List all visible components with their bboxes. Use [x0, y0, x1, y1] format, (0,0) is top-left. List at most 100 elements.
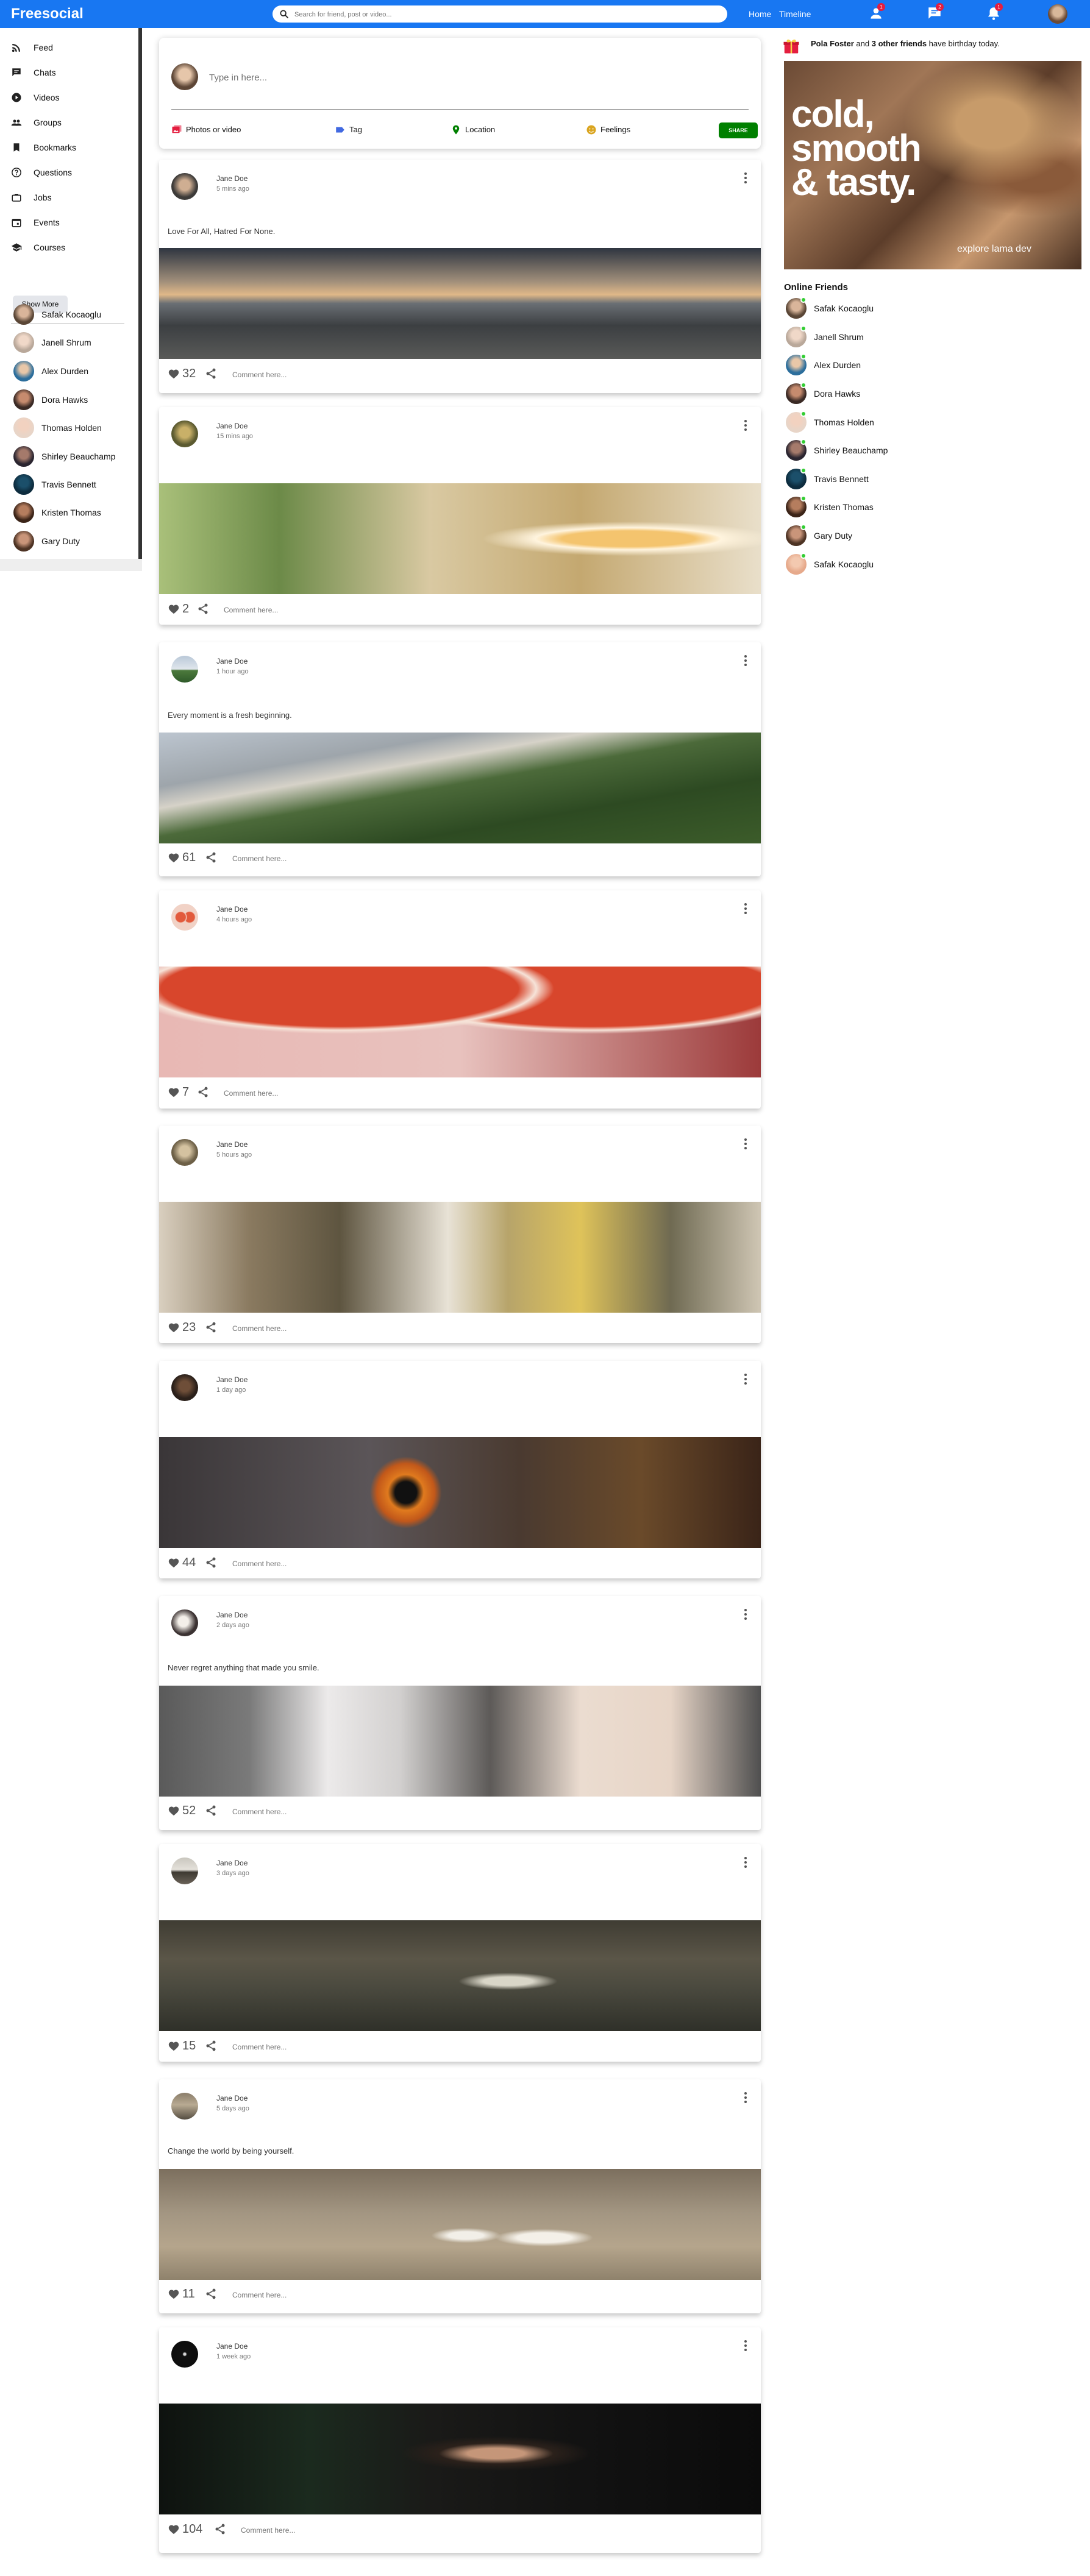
- post-image[interactable]: [159, 1920, 761, 2031]
- avatar[interactable]: [171, 420, 198, 447]
- post-image[interactable]: [159, 483, 761, 594]
- post-author[interactable]: Jane Doe: [216, 1375, 248, 1384]
- sidebar-item-feed[interactable]: Feed: [11, 41, 133, 54]
- share-button[interactable]: SHARE: [719, 122, 758, 138]
- more-vert-icon[interactable]: [741, 1607, 750, 1622]
- post-author[interactable]: Jane Doe: [216, 1140, 248, 1149]
- avatar[interactable]: [171, 173, 198, 200]
- profile-avatar[interactable]: [1048, 4, 1067, 24]
- more-vert-icon[interactable]: [741, 901, 750, 916]
- comment-input[interactable]: [231, 852, 416, 865]
- heart-icon[interactable]: [168, 2040, 180, 2051]
- share-icon[interactable]: [197, 603, 209, 615]
- online-friend[interactable]: Travis Bennett: [786, 467, 938, 491]
- heart-icon[interactable]: [168, 603, 180, 614]
- heart-icon[interactable]: [168, 2288, 180, 2299]
- sidebar-friend[interactable]: Safak Kocaoglu: [13, 303, 148, 325]
- post-image[interactable]: [159, 2169, 761, 2280]
- online-friend[interactable]: Gary Duty: [786, 524, 938, 547]
- comment-input[interactable]: [223, 603, 408, 617]
- post-image[interactable]: [159, 967, 761, 1077]
- more-vert-icon[interactable]: [741, 418, 750, 433]
- post-author[interactable]: Jane Doe: [216, 422, 248, 430]
- share-icon[interactable]: [197, 1086, 209, 1098]
- online-friend[interactable]: Thomas Holden: [786, 411, 938, 434]
- avatar[interactable]: [171, 1609, 198, 1636]
- more-vert-icon[interactable]: [741, 171, 750, 185]
- post-image[interactable]: [159, 733, 761, 843]
- post-author[interactable]: Jane Doe: [216, 2342, 248, 2351]
- post-image[interactable]: [159, 1202, 761, 1313]
- heart-icon[interactable]: [168, 1087, 180, 1098]
- share-icon[interactable]: [205, 2288, 217, 2300]
- sidebar-friend[interactable]: Gary Duty: [13, 530, 148, 552]
- post-input[interactable]: [208, 69, 576, 85]
- sidebar-item-events[interactable]: Events: [11, 216, 133, 229]
- heart-icon[interactable]: [168, 1322, 180, 1333]
- post-image[interactable]: [159, 1686, 761, 1797]
- more-vert-icon[interactable]: [741, 1137, 750, 1151]
- share-icon[interactable]: [205, 1321, 217, 1333]
- share-icon[interactable]: [205, 1804, 217, 1817]
- sidebar-item-questions[interactable]: Questions: [11, 166, 133, 179]
- app-logo[interactable]: Freesocial: [11, 5, 84, 23]
- comment-input[interactable]: [231, 2040, 416, 2054]
- post-image[interactable]: [159, 1437, 761, 1548]
- comment-input[interactable]: [231, 368, 416, 381]
- heart-icon[interactable]: [168, 368, 180, 379]
- avatar[interactable]: [171, 1857, 198, 1884]
- sidebar-item-jobs[interactable]: Jobs: [11, 191, 133, 204]
- comment-input[interactable]: [231, 1805, 416, 1818]
- post-image[interactable]: [159, 248, 761, 359]
- sidebar-item-bookmarks[interactable]: Bookmarks: [11, 141, 133, 154]
- share-icon[interactable]: [205, 1556, 217, 1569]
- sidebar-item-chats[interactable]: Chats: [11, 66, 133, 79]
- post-author[interactable]: Jane Doe: [216, 1611, 248, 1619]
- post-author[interactable]: Jane Doe: [216, 1859, 248, 1867]
- more-vert-icon[interactable]: [741, 1855, 750, 1870]
- search-input[interactable]: [293, 8, 716, 21]
- share-icon[interactable]: [205, 851, 217, 864]
- online-friend[interactable]: Dora Hawks: [786, 382, 938, 405]
- post-author[interactable]: Jane Doe: [216, 174, 248, 183]
- comment-input[interactable]: [240, 2524, 425, 2537]
- avatar[interactable]: [171, 2093, 198, 2120]
- online-friend[interactable]: Janell Shrum: [786, 325, 938, 349]
- online-friend[interactable]: Shirley Beauchamp: [786, 439, 938, 462]
- sidebar-friend[interactable]: Alex Durden: [13, 360, 148, 382]
- home-link[interactable]: Home: [749, 9, 771, 19]
- avatar[interactable]: [171, 1374, 198, 1401]
- sidebar-friend[interactable]: Travis Bennett: [13, 474, 148, 495]
- comment-input[interactable]: [231, 2288, 416, 2302]
- post-author[interactable]: Jane Doe: [216, 905, 248, 914]
- timeline-link[interactable]: Timeline: [779, 9, 811, 19]
- share-icon[interactable]: [205, 367, 217, 380]
- share-icon[interactable]: [214, 2523, 226, 2535]
- avatar[interactable]: [171, 656, 198, 683]
- avatar[interactable]: [171, 1139, 198, 1166]
- comment-input[interactable]: [223, 1087, 408, 1100]
- post-image[interactable]: [159, 2404, 761, 2514]
- sidebar-item-groups[interactable]: Groups: [11, 116, 133, 129]
- sidebar-item-videos[interactable]: Videos: [11, 91, 133, 104]
- sidebar-friend[interactable]: Shirley Beauchamp: [13, 445, 148, 467]
- avatar[interactable]: [171, 2341, 198, 2368]
- sidebar-friend[interactable]: Janell Shrum: [13, 332, 148, 353]
- share-icon[interactable]: [205, 2040, 217, 2052]
- sidebar-friend[interactable]: Thomas Holden: [13, 417, 148, 439]
- more-vert-icon[interactable]: [741, 653, 750, 668]
- comment-input[interactable]: [231, 1322, 416, 1335]
- online-friend[interactable]: Safak Kocaoglu: [786, 297, 938, 320]
- online-friend[interactable]: Kristen Thomas: [786, 495, 938, 519]
- post-author[interactable]: Jane Doe: [216, 657, 248, 665]
- sidebar-item-courses[interactable]: Courses: [11, 241, 133, 254]
- more-vert-icon[interactable]: [741, 2090, 750, 2105]
- post-author[interactable]: Jane Doe: [216, 2094, 248, 2102]
- online-friend[interactable]: Alex Durden: [786, 353, 938, 377]
- avatar[interactable]: [171, 904, 198, 931]
- more-vert-icon[interactable]: [741, 2338, 750, 2353]
- more-vert-icon[interactable]: [741, 1372, 750, 1386]
- search-bar[interactable]: [272, 5, 727, 23]
- sidebar-friend[interactable]: Kristen Thomas: [13, 502, 148, 523]
- online-friend[interactable]: Safak Kocaoglu: [786, 553, 938, 576]
